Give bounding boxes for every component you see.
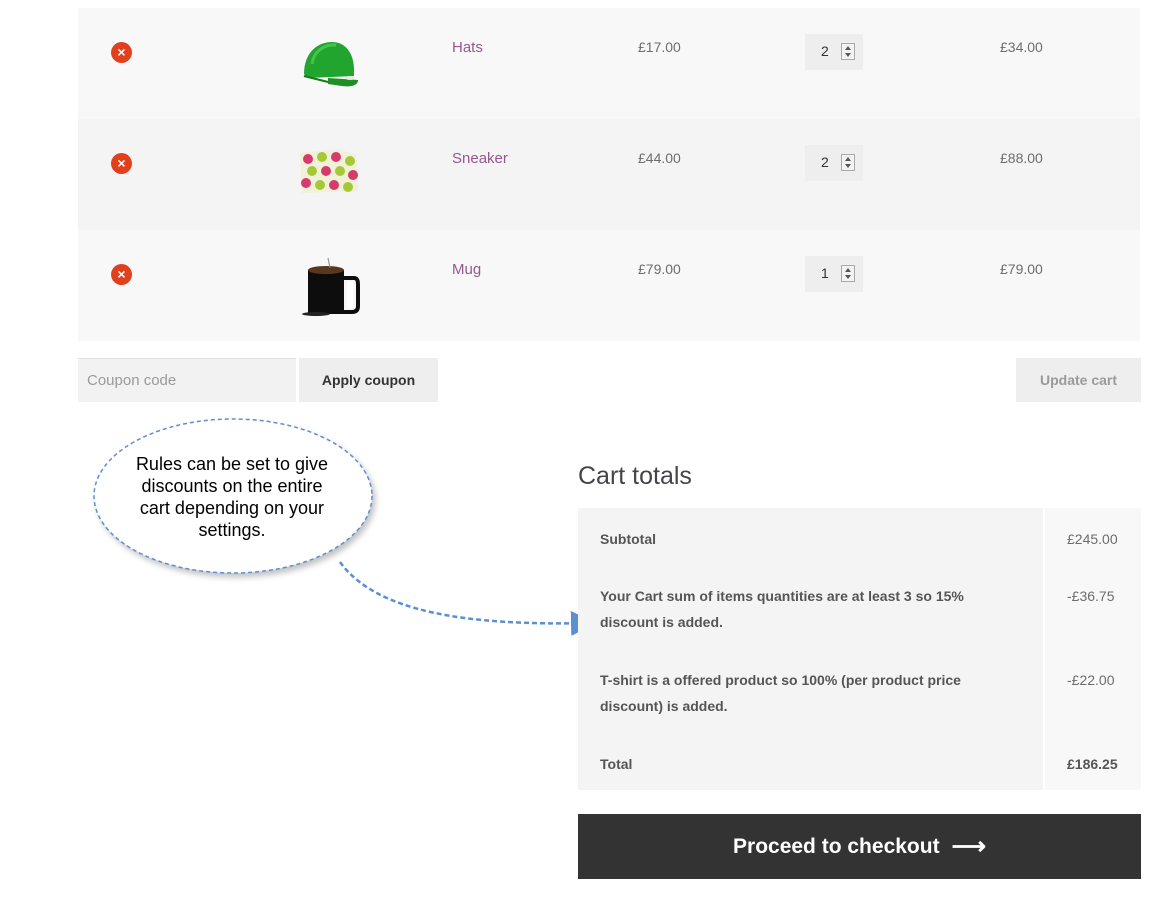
product-price: £17.00 (638, 39, 681, 55)
product-price: £79.00 (638, 261, 681, 277)
totals-label: Total (578, 733, 1043, 790)
totals-value: -£22.00 (1043, 649, 1141, 733)
patterned-fabric-icon[interactable] (298, 145, 360, 205)
quantity-stepper[interactable]: 1 (805, 256, 863, 292)
green-cap-icon[interactable] (298, 34, 360, 94)
remove-item-icon[interactable]: × (111, 264, 132, 285)
black-mug-icon[interactable] (298, 256, 360, 316)
decrement-arrow-icon[interactable] (845, 53, 851, 57)
totals-value: £186.25 (1043, 733, 1141, 790)
totals-row-total: Total £186.25 (578, 733, 1141, 790)
quantity-stepper[interactable]: 2 (805, 34, 863, 70)
coupon-code-input[interactable] (78, 358, 296, 402)
remove-item-icon[interactable]: × (111, 153, 132, 174)
totals-value: £245.00 (1043, 508, 1141, 565)
line-subtotal: £79.00 (1000, 261, 1043, 277)
cart-row-mug: × Mug £79.00 1 £79.00 (78, 230, 1140, 341)
checkout-label: Proceed to checkout (733, 834, 940, 858)
quantity-spinner[interactable] (841, 43, 855, 60)
quantity-value[interactable]: 2 (821, 43, 829, 59)
product-name-link[interactable]: Sneaker (452, 150, 508, 167)
proceed-to-checkout-button[interactable]: Proceed to checkout ⟶ (578, 814, 1141, 879)
totals-row-discount-product: T-shirt is a offered product so 100% (pe… (578, 649, 1141, 733)
totals-value: -£36.75 (1043, 565, 1141, 649)
quantity-value[interactable]: 2 (821, 154, 829, 170)
product-name-link[interactable]: Hats (452, 39, 483, 56)
decrement-arrow-icon[interactable] (845, 275, 851, 279)
remove-item-icon[interactable]: × (111, 42, 132, 63)
totals-row-discount-quantity: Your Cart sum of items quantities are at… (578, 565, 1141, 649)
arrow-right-icon: ⟶ (951, 832, 986, 860)
totals-row-subtotal: Subtotal £245.00 (578, 508, 1141, 565)
apply-coupon-button[interactable]: Apply coupon (299, 358, 438, 402)
increment-arrow-icon[interactable] (845, 268, 851, 272)
totals-label: T-shirt is a offered product so 100% (pe… (578, 649, 1043, 733)
totals-label: Subtotal (578, 508, 1043, 565)
cart-row-sneaker: × Sneaker £44.00 2 £88.00 (78, 119, 1140, 230)
cart-totals-title: Cart totals (578, 462, 692, 490)
line-subtotal: £88.00 (1000, 150, 1043, 166)
increment-arrow-icon[interactable] (845, 157, 851, 161)
quantity-spinner[interactable] (841, 154, 855, 171)
increment-arrow-icon[interactable] (845, 46, 851, 50)
quantity-spinner[interactable] (841, 265, 855, 282)
callout-text: Rules can be set to give discounts on th… (135, 454, 329, 540)
quantity-stepper[interactable]: 2 (805, 145, 863, 181)
cart-row-hats: × Hats £17.00 2 £34.00 (78, 8, 1140, 119)
update-cart-button[interactable]: Update cart (1016, 358, 1141, 402)
line-subtotal: £34.00 (1000, 39, 1043, 55)
quantity-value[interactable]: 1 (821, 265, 829, 281)
decrement-arrow-icon[interactable] (845, 164, 851, 168)
product-name-link[interactable]: Mug (452, 261, 481, 278)
product-price: £44.00 (638, 150, 681, 166)
totals-label: Your Cart sum of items quantities are at… (578, 565, 1043, 649)
cart-totals-table: Subtotal £245.00 Your Cart sum of items … (578, 508, 1141, 790)
